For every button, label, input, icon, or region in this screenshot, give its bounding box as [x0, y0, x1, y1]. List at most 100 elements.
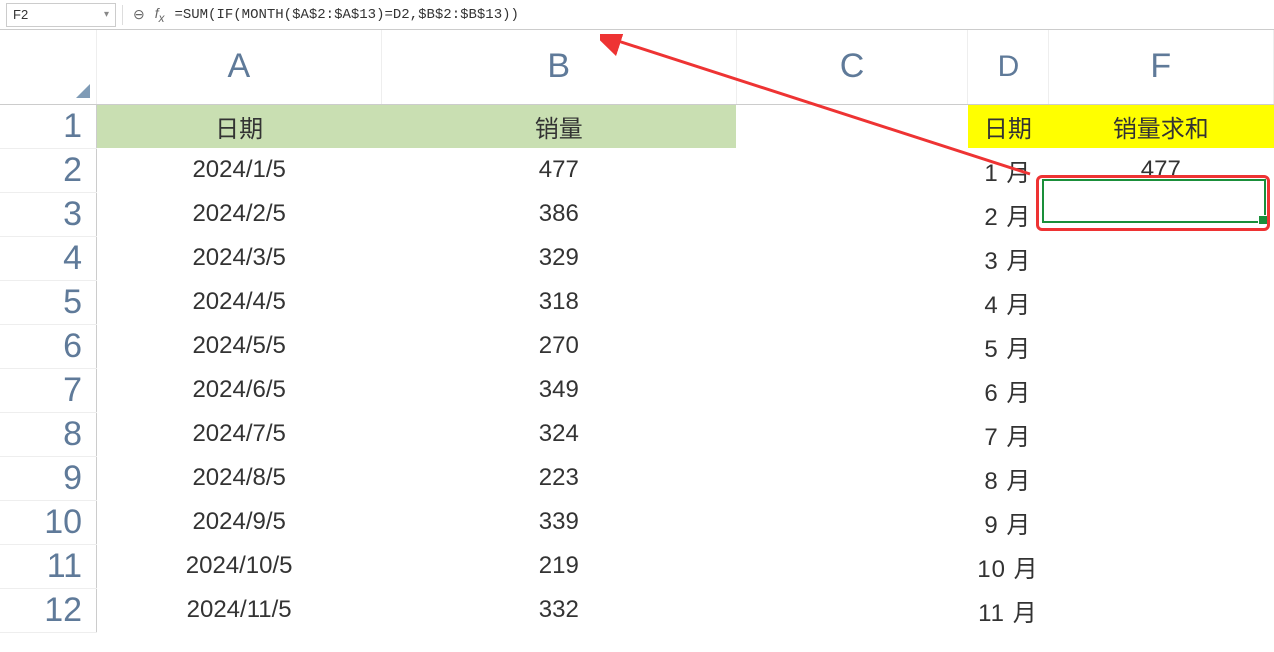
fx-icon[interactable]: fx [155, 5, 169, 25]
chevron-down-icon: ▾ [104, 9, 109, 20]
cell-D5[interactable]: 4 月 [968, 280, 1048, 324]
col-header-D[interactable]: D [968, 30, 1048, 104]
row-9[interactable]: 9 2024/8/5 223 8 月 [0, 456, 1274, 500]
cell-C3[interactable] [736, 192, 967, 236]
cell-D12[interactable]: 11 月 [968, 588, 1048, 632]
row-8[interactable]: 8 2024/7/5 324 7 月 [0, 412, 1274, 456]
cell-A5[interactable]: 2024/4/5 [97, 280, 382, 324]
cell-B8[interactable]: 324 [381, 412, 736, 456]
cell-A11[interactable]: 2024/10/5 [97, 544, 382, 588]
cell-D1[interactable]: 日期 [968, 104, 1048, 148]
cell-F4[interactable] [1048, 236, 1273, 280]
row-7[interactable]: 7 2024/6/5 349 6 月 [0, 368, 1274, 412]
cell-B1[interactable]: 销量 [381, 104, 736, 148]
cell-B4[interactable]: 329 [381, 236, 736, 280]
select-all-corner[interactable] [0, 30, 97, 104]
row-header[interactable]: 6 [0, 324, 97, 368]
cell-C12[interactable] [736, 588, 967, 632]
row-5[interactable]: 5 2024/4/5 318 4 月 [0, 280, 1274, 324]
cell-C10[interactable] [736, 500, 967, 544]
row-header[interactable]: 10 [0, 500, 97, 544]
cell-C1[interactable] [736, 104, 967, 148]
cell-F3[interactable] [1048, 192, 1273, 236]
row-11[interactable]: 11 2024/10/5 219 10 月 [0, 544, 1274, 588]
cell-B3[interactable]: 386 [381, 192, 736, 236]
cell-D3[interactable]: 2 月 [968, 192, 1048, 236]
cell-F9[interactable] [1048, 456, 1273, 500]
cell-D2[interactable]: 1 月 [968, 148, 1048, 192]
col-header-F[interactable]: F [1048, 30, 1273, 104]
cell-A9[interactable]: 2024/8/5 [97, 456, 382, 500]
cell-B10[interactable]: 339 [381, 500, 736, 544]
cell-F7[interactable] [1048, 368, 1273, 412]
cell-A12[interactable]: 2024/11/5 [97, 588, 382, 632]
cell-B7[interactable]: 349 [381, 368, 736, 412]
cell-C4[interactable] [736, 236, 967, 280]
cell-C6[interactable] [736, 324, 967, 368]
row-header[interactable]: 12 [0, 588, 97, 632]
cell-B5[interactable]: 318 [381, 280, 736, 324]
row-12[interactable]: 12 2024/11/5 332 11 月 [0, 588, 1274, 632]
cell-D9[interactable]: 8 月 [968, 456, 1048, 500]
row-header[interactable]: 5 [0, 280, 97, 324]
col-header-B[interactable]: B [381, 30, 736, 104]
row-header[interactable]: 11 [0, 544, 97, 588]
cell-F8[interactable] [1048, 412, 1273, 456]
row-10[interactable]: 10 2024/9/5 339 9 月 [0, 500, 1274, 544]
name-box[interactable]: F2 ▾ [6, 3, 116, 27]
cell-B11[interactable]: 219 [381, 544, 736, 588]
cell-C2[interactable] [736, 148, 967, 192]
cell-D11[interactable]: 10 月 [968, 544, 1048, 588]
column-headers[interactable]: A B C D F [0, 30, 1274, 104]
row-header[interactable]: 9 [0, 456, 97, 500]
row-header[interactable]: 3 [0, 192, 97, 236]
cell-F2[interactable]: 477 [1048, 148, 1273, 192]
row-4[interactable]: 4 2024/3/5 329 3 月 [0, 236, 1274, 280]
row-2[interactable]: 2 2024/1/5 477 1 月 477 [0, 148, 1274, 192]
col-header-A[interactable]: A [97, 30, 382, 104]
cell-D6[interactable]: 5 月 [968, 324, 1048, 368]
cell-C11[interactable] [736, 544, 967, 588]
name-box-value: F2 [13, 7, 28, 22]
row-header[interactable]: 2 [0, 148, 97, 192]
col-header-C[interactable]: C [736, 30, 967, 104]
cell-B12[interactable]: 332 [381, 588, 736, 632]
cell-F6[interactable] [1048, 324, 1273, 368]
cell-D10[interactable]: 9 月 [968, 500, 1048, 544]
cell-C5[interactable] [736, 280, 967, 324]
cell-F12[interactable] [1048, 588, 1273, 632]
cell-A7[interactable]: 2024/6/5 [97, 368, 382, 412]
cell-F11[interactable] [1048, 544, 1273, 588]
cell-B2[interactable]: 477 [381, 148, 736, 192]
formula-input[interactable] [174, 7, 554, 23]
cell-C8[interactable] [736, 412, 967, 456]
sheet-table: A B C D F 1 日期 销量 日期 销量求和 2 2024/1/5 477… [0, 30, 1274, 633]
cell-C7[interactable] [736, 368, 967, 412]
cell-D4[interactable]: 3 月 [968, 236, 1048, 280]
cell-F10[interactable] [1048, 500, 1273, 544]
cell-B9[interactable]: 223 [381, 456, 736, 500]
row-header[interactable]: 7 [0, 368, 97, 412]
cell-A4[interactable]: 2024/3/5 [97, 236, 382, 280]
row-3[interactable]: 3 2024/2/5 386 2 月 [0, 192, 1274, 236]
cell-A2[interactable]: 2024/1/5 [97, 148, 382, 192]
row-1[interactable]: 1 日期 销量 日期 销量求和 [0, 104, 1274, 148]
cell-D8[interactable]: 7 月 [968, 412, 1048, 456]
row-6[interactable]: 6 2024/5/5 270 5 月 [0, 324, 1274, 368]
cell-A6[interactable]: 2024/5/5 [97, 324, 382, 368]
row-header[interactable]: 1 [0, 104, 97, 148]
cell-A3[interactable]: 2024/2/5 [97, 192, 382, 236]
cell-B6[interactable]: 270 [381, 324, 736, 368]
cell-A10[interactable]: 2024/9/5 [97, 500, 382, 544]
formula-bar: F2 ▾ ⊖ fx [0, 0, 1274, 30]
row-header[interactable]: 8 [0, 412, 97, 456]
zoom-out-icon[interactable]: ⊖ [129, 6, 149, 23]
cell-A8[interactable]: 2024/7/5 [97, 412, 382, 456]
spreadsheet-grid[interactable]: A B C D F 1 日期 销量 日期 销量求和 2 2024/1/5 477… [0, 30, 1274, 652]
row-header[interactable]: 4 [0, 236, 97, 280]
cell-F1[interactable]: 销量求和 [1048, 104, 1273, 148]
cell-F5[interactable] [1048, 280, 1273, 324]
cell-D7[interactable]: 6 月 [968, 368, 1048, 412]
cell-C9[interactable] [736, 456, 967, 500]
cell-A1[interactable]: 日期 [97, 104, 382, 148]
